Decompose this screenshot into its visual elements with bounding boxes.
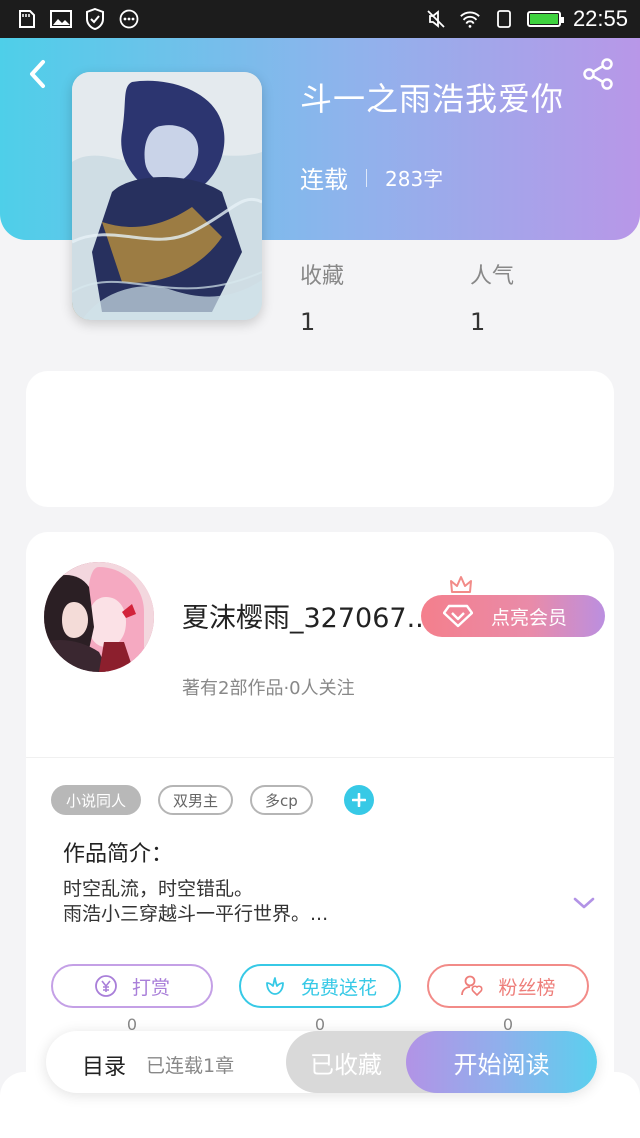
status-bar: 22:55 [0, 0, 640, 38]
flower-label: 免费送花 [300, 976, 377, 999]
intro-line: 雨浩小三穿越斗一平行世界。... [63, 903, 329, 925]
shield-icon [84, 8, 106, 30]
chevron-down-icon [573, 897, 595, 909]
intro-text: 时空乱流，时空错乱。 雨浩小三穿越斗一平行世界。... [63, 877, 543, 927]
avatar[interactable] [44, 562, 154, 672]
diamond-icon [443, 604, 473, 628]
reward-button[interactable]: 打赏 [51, 964, 213, 1008]
tag-list: 小说同人 双男主 多cp [51, 785, 374, 815]
author-name[interactable]: 夏沫樱雨_327067... [182, 596, 422, 635]
sim-card-icon [16, 8, 38, 30]
more-dots-icon [118, 8, 140, 30]
stat-popularity: 人气 1 [470, 258, 514, 336]
word-count: 283字 [385, 167, 444, 191]
battery-icon [526, 11, 564, 27]
intro-title: 作品简介： [63, 842, 174, 867]
plus-icon [351, 793, 366, 807]
start-reading-label: 开始阅读 [453, 1050, 550, 1079]
stat-value: 1 [470, 308, 486, 336]
vip-button[interactable]: 点亮会员 [421, 595, 605, 637]
toc-button[interactable]: 目录 [82, 1049, 126, 1081]
action-buttons: 打赏 免费送花 粉丝榜 [51, 964, 591, 1008]
bottom-action-bar: 目录 已连载1章 已收藏 开始阅读 [46, 1031, 597, 1093]
reward-label: 打赏 [131, 976, 170, 999]
stat-label: 人气 [470, 264, 515, 289]
book-title: 斗一之雨浩我爱你 [300, 80, 565, 118]
flower-icon [266, 977, 284, 995]
add-tag-button[interactable] [343, 785, 374, 815]
user-heart-icon [461, 975, 484, 997]
stat-favorites: 收藏 1 [300, 258, 344, 336]
yuan-icon [95, 975, 117, 997]
start-reading-button[interactable]: 开始阅读 [406, 1031, 597, 1093]
portrait-lock-icon [493, 8, 515, 30]
divider [26, 757, 614, 758]
send-flower-button[interactable]: 免费送花 [239, 964, 401, 1008]
stat-label: 收藏 [300, 264, 345, 289]
vip-label: 点亮会员 [491, 606, 568, 629]
clock: 22:55 [572, 6, 628, 31]
serial-status: 连载 [300, 166, 348, 194]
book-cover[interactable] [72, 72, 262, 320]
intro-line: 时空乱流，时空错乱。 [63, 878, 254, 900]
image-icon [50, 8, 72, 30]
fans-label: 粉丝榜 [498, 976, 556, 999]
wifi-icon [459, 8, 481, 30]
chapter-count[interactable]: 已连载1章 [146, 1051, 234, 1078]
mute-icon [425, 8, 447, 30]
crown-icon [450, 576, 472, 593]
stat-value: 1 [300, 308, 316, 336]
book-stats: 收藏 1 人气 1 [300, 258, 600, 336]
tag[interactable]: 双男主 [158, 785, 234, 815]
chevron-left-icon [30, 60, 45, 88]
back-button[interactable] [22, 56, 52, 92]
expand-intro-button[interactable] [572, 894, 596, 912]
author-summary: 著有2部作品·0人关注 [182, 678, 355, 699]
blank-card [26, 371, 614, 507]
meta-divider [366, 168, 367, 187]
tag[interactable]: 多cp [250, 785, 313, 815]
collected-label: 已收藏 [310, 1050, 382, 1079]
fans-ranking-button[interactable]: 粉丝榜 [427, 964, 589, 1008]
tag[interactable]: 小说同人 [51, 785, 142, 815]
book-meta: 连载 283字 [300, 160, 443, 195]
